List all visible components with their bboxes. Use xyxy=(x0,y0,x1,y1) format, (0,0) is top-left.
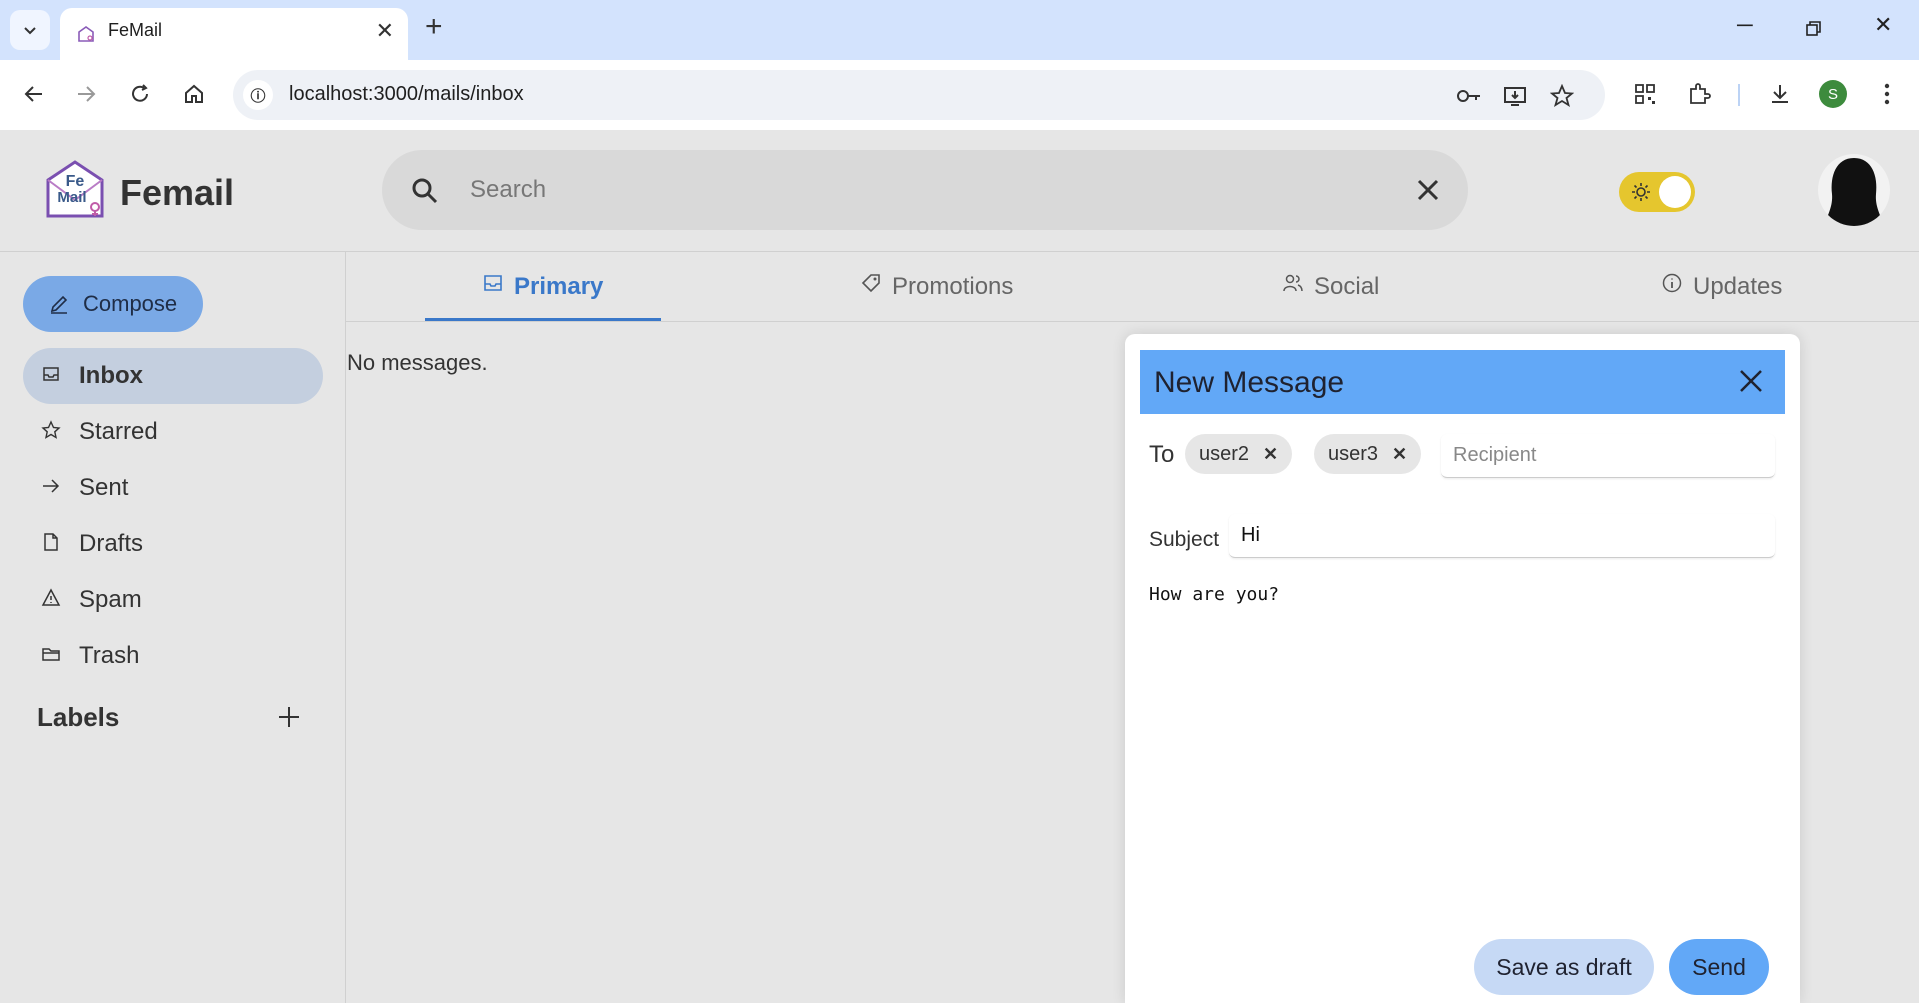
tab-label: Primary xyxy=(514,273,604,300)
arrow-right-icon xyxy=(43,479,60,493)
tab-primary[interactable]: Primary xyxy=(482,252,603,322)
compose-dialog: New Message To user2 ✕ user3 ✕ Subject H… xyxy=(1125,334,1800,1003)
compose-button[interactable]: Compose xyxy=(23,276,203,332)
bookmark-star-icon[interactable] xyxy=(1548,82,1576,110)
tab-social[interactable]: Social xyxy=(1282,252,1379,322)
subject-input[interactable] xyxy=(1229,514,1775,558)
tab-label: Social xyxy=(1314,273,1380,300)
chevron-down-icon xyxy=(24,27,36,35)
save-draft-button[interactable]: Save as draft xyxy=(1474,939,1654,995)
site-info-icon[interactable]: ⓘ xyxy=(243,80,273,110)
tab-promotions[interactable]: Promotions xyxy=(860,252,1013,322)
send-button[interactable]: Send xyxy=(1669,939,1769,995)
sidebar-item-label: Inbox xyxy=(79,362,143,389)
download-icon[interactable] xyxy=(1764,78,1796,110)
tab-label: Promotions xyxy=(892,273,1014,300)
subject-label: Subject xyxy=(1149,528,1220,551)
femail-logo[interactable]: Fe Mail xyxy=(44,158,106,220)
close-icon[interactable] xyxy=(1736,366,1766,396)
sidebar-item-label: Starred xyxy=(79,418,158,445)
sidebar-item-label: Spam xyxy=(79,586,142,613)
user-avatar[interactable] xyxy=(1818,154,1890,226)
folder-icon xyxy=(42,648,60,661)
sidebar-item-label: Sent xyxy=(79,474,129,501)
sidebar-item-label: Trash xyxy=(79,642,140,669)
tab-search-button[interactable] xyxy=(10,10,50,50)
toggle-knob xyxy=(1659,176,1691,208)
tab-updates[interactable]: Updates xyxy=(1661,252,1782,322)
search-bar xyxy=(382,150,1468,230)
sidebar-item-drafts[interactable]: Drafts xyxy=(23,516,323,572)
warning-icon xyxy=(41,588,61,606)
pencil-icon xyxy=(50,295,68,314)
recipient-chip[interactable]: user2 ✕ xyxy=(1185,434,1293,474)
search-input[interactable] xyxy=(470,168,1370,212)
restore-icon[interactable] xyxy=(1805,20,1823,38)
people-icon xyxy=(1283,274,1303,292)
app-header: Fe Mail Femail xyxy=(0,130,1919,252)
close-tab-icon[interactable]: ✕ xyxy=(376,20,394,42)
recipient-chip-label: user3 xyxy=(1328,442,1379,465)
address-bar[interactable]: ⓘ localhost:3000/mails/inbox xyxy=(233,70,1605,120)
forward-icon[interactable] xyxy=(70,78,102,110)
more-menu-icon[interactable] xyxy=(1871,78,1903,110)
sidebar-item-spam[interactable]: Spam xyxy=(23,572,323,628)
file-icon xyxy=(44,533,58,551)
avatar-silhouette-icon xyxy=(1824,158,1884,226)
compose-dialog-title: New Message xyxy=(1154,366,1345,399)
sidebar-item-starred[interactable]: Starred xyxy=(23,404,323,460)
remove-recipient-icon[interactable]: ✕ xyxy=(1392,444,1407,465)
sun-icon xyxy=(1632,183,1650,201)
brand-name: Femail xyxy=(120,172,235,213)
info-icon xyxy=(1662,273,1682,293)
add-label-icon[interactable] xyxy=(276,704,302,730)
url-text: localhost:3000/mails/inbox xyxy=(289,83,524,105)
tag-icon xyxy=(861,274,880,293)
browser-toolbar: ⓘ localhost:3000/mails/inbox S xyxy=(0,60,1919,130)
sidebar-item-inbox[interactable]: Inbox xyxy=(23,348,323,404)
search-icon[interactable] xyxy=(410,176,440,206)
to-label: To xyxy=(1149,441,1175,468)
compose-dialog-header: New Message xyxy=(1140,350,1785,414)
empty-message: No messages. xyxy=(347,350,488,375)
sidebar-item-label: Drafts xyxy=(79,530,144,557)
labels-heading: Labels xyxy=(37,702,120,732)
sidebar-item-trash[interactable]: Trash xyxy=(23,628,323,684)
new-tab-icon[interactable]: + xyxy=(425,12,443,42)
browser-tabstrip: FeMail ✕ + ─ ✕ xyxy=(0,0,1919,60)
profile-avatar[interactable]: S xyxy=(1819,80,1847,108)
qr-code-icon[interactable] xyxy=(1629,78,1661,110)
close-window-icon[interactable]: ✕ xyxy=(1874,14,1892,36)
theme-toggle[interactable] xyxy=(1619,172,1695,212)
compose-label: Compose xyxy=(83,291,178,316)
remove-recipient-icon[interactable]: ✕ xyxy=(1263,444,1278,465)
reload-icon[interactable] xyxy=(124,78,156,110)
logo-text-bottom: Mail xyxy=(57,189,86,206)
sidebar-item-sent[interactable]: Sent xyxy=(23,460,323,516)
active-tab-indicator xyxy=(425,318,661,321)
tab-title: FeMail xyxy=(108,20,163,40)
browser-tab[interactable]: FeMail ✕ xyxy=(60,8,408,60)
star-icon xyxy=(41,420,61,439)
toolbar-separator xyxy=(1738,84,1740,106)
logo-text-top: Fe xyxy=(66,173,85,190)
category-tabs: Primary Promotions Social Updates xyxy=(346,252,1919,322)
clear-search-icon[interactable] xyxy=(1412,174,1444,206)
password-key-icon[interactable] xyxy=(1455,82,1483,110)
back-icon[interactable] xyxy=(18,78,50,110)
minimize-icon[interactable]: ─ xyxy=(1737,14,1753,36)
install-app-icon[interactable] xyxy=(1501,82,1529,110)
extensions-puzzle-icon[interactable] xyxy=(1683,78,1715,110)
recipient-chip[interactable]: user3 ✕ xyxy=(1314,434,1422,474)
tab-label: Updates xyxy=(1693,273,1783,300)
femail-favicon-icon xyxy=(78,26,94,42)
recipient-input[interactable] xyxy=(1441,434,1775,478)
recipient-chip-label: user2 xyxy=(1199,442,1250,465)
message-body-input[interactable]: How are you? xyxy=(1149,584,1775,914)
inbox-icon xyxy=(43,367,59,381)
inbox-icon xyxy=(484,275,502,291)
sidebar: Compose Inbox Starred Sent Drafts Spam T… xyxy=(0,252,346,1003)
home-icon[interactable] xyxy=(178,78,210,110)
